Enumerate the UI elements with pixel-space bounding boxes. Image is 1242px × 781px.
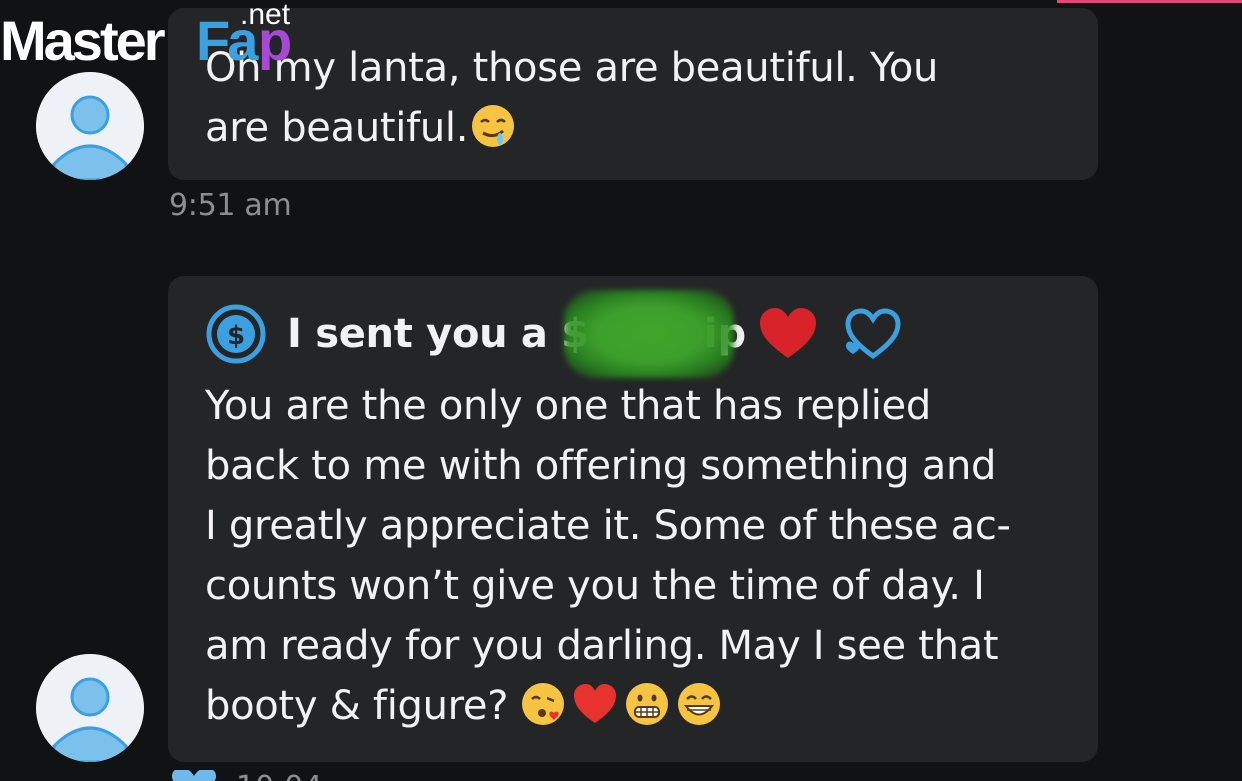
top-accent-bar — [1057, 0, 1242, 3]
chat-screen: Master Fa p .net Oh my lanta, those are … — [0, 0, 1242, 781]
dollar-coin-icon: $ — [206, 304, 266, 364]
sender-avatar[interactable] — [36, 72, 144, 180]
svg-text:$: $ — [227, 321, 245, 351]
grimacing-face-emoji — [624, 681, 670, 727]
user-placeholder-icon — [36, 654, 144, 762]
blue-heart-icon[interactable] — [170, 769, 218, 781]
svg-text:.net: .net — [240, 0, 291, 31]
tip-message-bubble[interactable]: $ I sent you a $ ip You are the only one… — [168, 276, 1098, 762]
red-heart-icon — [760, 308, 817, 358]
drooling-face-emoji — [470, 103, 516, 149]
sender-avatar[interactable] — [36, 654, 144, 762]
message-timestamp: 9:51 am — [169, 188, 292, 223]
message-timestamp: 10:04 — [236, 770, 322, 781]
message-text: You are the only one that has replied ba… — [205, 383, 1011, 729]
red-heart-emoji — [572, 681, 618, 727]
grinning-face-emoji — [676, 681, 722, 727]
tip-header: $ I sent you a $ ip — [205, 290, 1061, 378]
message-meta: 10:04 — [170, 764, 322, 781]
kissing-face-emoji — [520, 681, 566, 727]
message-text: Oh my lanta, those are beautiful. You ar… — [205, 45, 939, 151]
heart-outline-icon[interactable] — [842, 306, 904, 362]
tip-amount-redaction — [563, 290, 734, 378]
user-placeholder-icon — [36, 72, 144, 180]
watermark-logo: Master Fa p .net — [0, 0, 310, 70]
svg-text:Master: Master — [0, 9, 165, 70]
tip-label: I sent you a $ — [287, 311, 589, 357]
